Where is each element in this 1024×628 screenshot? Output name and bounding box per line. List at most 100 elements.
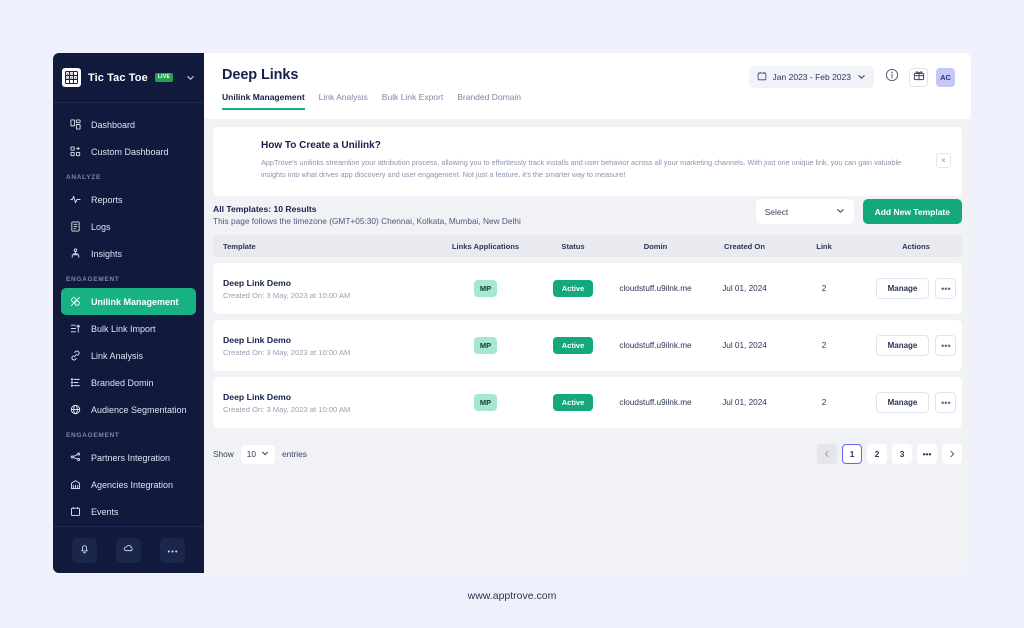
status-badge: Active	[552, 394, 594, 412]
cell-template: Deep Link Demo Created On: 3 May, 2023 a…	[223, 392, 433, 414]
column-header-link: Link	[816, 241, 832, 251]
sidebar-item-dashboard[interactable]: Dashboard	[61, 111, 196, 138]
sidebar-item-branded-domin[interactable]: Branded Domin	[61, 369, 196, 396]
page-size-value: 10	[246, 449, 256, 460]
sidebar-item-bulk-link-import[interactable]: Bulk Link Import	[61, 315, 196, 342]
chevron-left-icon[interactable]	[817, 444, 837, 465]
cell-created-on: Jul 01, 2024	[722, 284, 767, 294]
app-chip: MP	[473, 337, 498, 355]
table-row[interactable]: Deep Link Demo Created On: 3 May, 2023 a…	[213, 377, 962, 429]
manage-button[interactable]: Manage	[875, 335, 930, 357]
cell-links-applications: MP	[433, 337, 538, 355]
chevron-down-icon	[857, 72, 866, 83]
sidebar-item-logs[interactable]: Logs	[61, 213, 196, 240]
cell-link: 2	[821, 284, 827, 294]
pulse-icon	[69, 193, 82, 206]
agency-icon	[69, 478, 82, 491]
more-button[interactable]	[159, 537, 185, 563]
manage-button[interactable]: Manage	[875, 278, 930, 300]
chevron-down-icon[interactable]	[186, 69, 195, 87]
how-to-banner: How To Create a Unilink? AppTrove's unil…	[213, 127, 962, 197]
date-range-label: Jan 2023 - Feb 2023	[772, 72, 851, 82]
cell-link: 2	[821, 341, 827, 351]
cell-links-applications: MP	[433, 280, 538, 298]
page-ellipsis[interactable]: •••	[917, 444, 937, 465]
tab-branded-domain[interactable]: Branded Domain	[457, 92, 521, 110]
sidebar-item-link-analysis[interactable]: Link Analysis	[61, 342, 196, 369]
page-links: 1 2 3 •••	[817, 444, 962, 465]
dashboard-icon	[69, 118, 82, 131]
globe-icon	[69, 403, 82, 416]
bell-icon	[79, 541, 90, 559]
row-more-icon[interactable]: •••	[935, 278, 957, 300]
toolbar-actions: Select Add New Template	[755, 199, 962, 225]
tab-unilink-management[interactable]: Unilink Management	[222, 92, 305, 110]
sidebar-item-label: Branded Domin	[91, 377, 154, 388]
chevron-right-icon[interactable]	[942, 444, 962, 465]
brand-switcher[interactable]: X O O X X Tic Tac Toe LIVE	[53, 53, 204, 103]
close-icon[interactable]: ×	[936, 153, 951, 168]
manage-button[interactable]: Manage	[875, 392, 930, 414]
sidebar-item-audience-segmentation[interactable]: Audience Segmentation	[61, 396, 196, 423]
cell-domin: cloudstuff.u9ilnk.me	[619, 398, 692, 408]
cell-link: 2	[821, 398, 827, 408]
cell-domin: cloudstuff.u9ilnk.me	[619, 341, 692, 351]
logs-icon	[69, 220, 82, 233]
sidebar-item-label: Agencies Integration	[91, 479, 174, 490]
banner-wrapper: How To Create a Unilink? AppTrove's unil…	[204, 119, 971, 197]
table-row[interactable]: Deep Link Demo Created On: 3 May, 2023 a…	[213, 263, 962, 315]
sidebar-group-engagement-1: ENGAGEMENT	[66, 276, 120, 283]
column-header-links-applications: Links Applications	[451, 241, 520, 251]
cloud-button[interactable]	[115, 537, 141, 563]
sidebar-item-label: Dashboard	[91, 119, 136, 130]
template-created-meta: Created On: 3 May, 2023 at 10:00 AM	[223, 290, 351, 300]
sidebar-group-analyze: ANALYZE	[66, 174, 101, 181]
tab-bulk-link-export[interactable]: Bulk Link Export	[382, 92, 443, 110]
sidebar: X O O X X Tic Tac Toe LIVE Dashboard Cus…	[53, 53, 204, 573]
cell-status: Active	[538, 394, 608, 412]
row-more-icon[interactable]: •••	[935, 335, 957, 357]
sidebar-item-label: Partners Integration	[91, 452, 171, 463]
avatar[interactable]: AC	[936, 67, 955, 87]
filter-select[interactable]: Select	[755, 199, 854, 225]
sidebar-item-partners-integration[interactable]: Partners Integration	[61, 444, 196, 471]
sidebar-item-unilink-management[interactable]: Unilink Management	[61, 288, 196, 315]
cell-created-on: Jul 01, 2024	[722, 341, 767, 351]
cell-status: Active	[538, 280, 608, 298]
chevron-down-icon	[836, 206, 845, 217]
sidebar-item-events[interactable]: Events	[61, 498, 196, 525]
more-icon	[166, 541, 179, 559]
cell-actions: Manage •••	[862, 278, 970, 300]
row-more-icon[interactable]: •••	[935, 392, 957, 414]
sidebar-item-agencies-integration[interactable]: Agencies Integration	[61, 471, 196, 498]
template-created-meta: Created On: 3 May, 2023 at 10:00 AM	[223, 404, 351, 414]
page-button-1[interactable]: 1	[842, 444, 862, 465]
live-badge: LIVE	[154, 73, 174, 82]
template-name: Deep Link Demo	[223, 391, 292, 402]
table-body: Deep Link Demo Created On: 3 May, 2023 a…	[204, 257, 971, 429]
notifications-button[interactable]	[72, 537, 98, 563]
status-badge: Active	[552, 280, 594, 298]
gift-icon	[913, 68, 925, 86]
svg-text:O: O	[66, 76, 69, 80]
table-row[interactable]: Deep Link Demo Created On: 3 May, 2023 a…	[213, 320, 962, 372]
sidebar-item-insights[interactable]: Insights	[61, 240, 196, 267]
page-button-2[interactable]: 2	[867, 444, 887, 465]
tab-link-analysis[interactable]: Link Analysis	[319, 92, 368, 110]
page-button-3[interactable]: 3	[892, 444, 912, 465]
app-window: X O O X X Tic Tac Toe LIVE Dashboard Cus…	[0, 0, 1024, 628]
cell-links-applications: MP	[433, 394, 538, 412]
table-column-headers: Template Links Applications Status Domin…	[213, 235, 962, 258]
sidebar-item-label: Audience Segmentation	[91, 404, 187, 415]
info-button[interactable]	[882, 68, 901, 87]
topbar-actions: Jan 2023 - Feb 2023 AC	[748, 66, 955, 88]
unilink-icon	[69, 295, 82, 308]
page-size-select[interactable]: 10	[240, 444, 275, 464]
date-range-picker[interactable]: Jan 2023 - Feb 2023	[748, 66, 874, 88]
sidebar-item-reports[interactable]: Reports	[61, 186, 196, 213]
main-content: Deep Links Unilink Management Link Analy…	[204, 53, 971, 573]
add-new-template-button[interactable]: Add New Template	[862, 199, 962, 225]
app-chip: MP	[473, 280, 498, 298]
sidebar-item-custom-dashboard[interactable]: Custom Dashboard	[61, 138, 196, 165]
gift-button[interactable]	[909, 67, 928, 87]
